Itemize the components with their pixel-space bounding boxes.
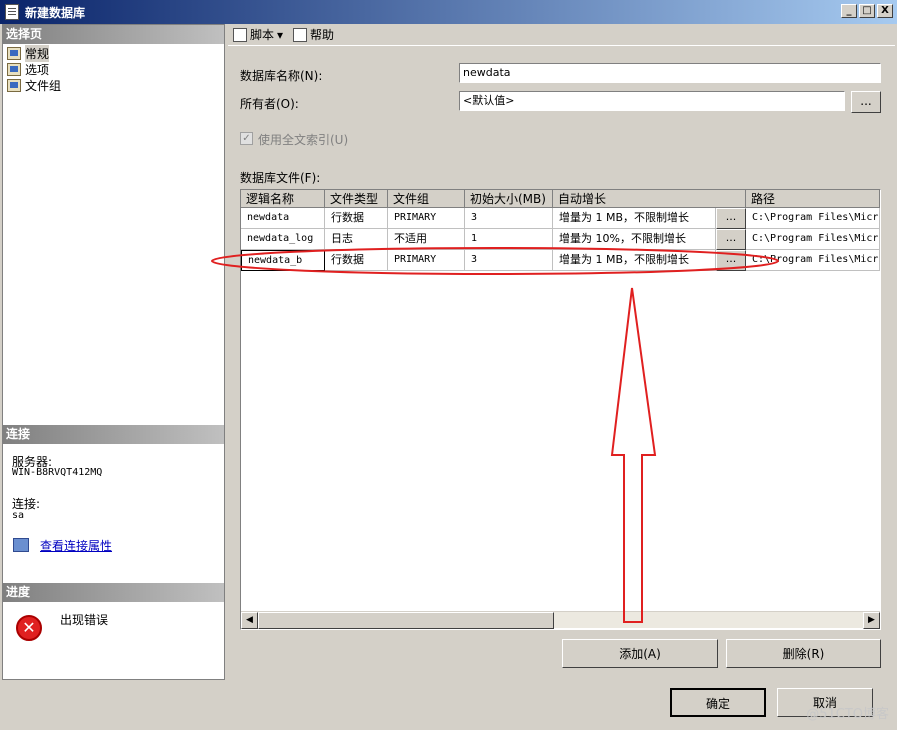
select-page-header: 选择页 <box>3 25 224 44</box>
window-title: 新建数据库 <box>25 5 86 20</box>
page-item-filegroups[interactable]: 文件组 <box>7 77 61 93</box>
help-button[interactable]: 帮助 <box>290 25 337 45</box>
remove-button[interactable]: 删除(R) <box>726 639 881 668</box>
grid-header: 逻辑名称 文件类型 文件组 初始大小(MB) 自动增长 路径 <box>241 190 880 208</box>
server-value: WIN-B8RVQT412MQ <box>12 467 103 478</box>
add-button[interactable]: 添加(A) <box>562 639 718 668</box>
cell-name[interactable]: newdata <box>241 208 325 229</box>
script-button[interactable]: 脚本 ▾ <box>230 25 286 45</box>
view-connection-properties-link[interactable]: 查看连接属性 <box>40 537 112 554</box>
cell-growth: 增量为 10%，不限制增长 <box>553 229 716 250</box>
connection-properties-icon <box>13 538 29 552</box>
cell-type[interactable]: 行数据 <box>325 250 388 271</box>
script-label: 脚本 <box>250 28 275 42</box>
growth-ellipsis-button[interactable]: ... <box>716 208 746 229</box>
page-item-label: 文件组 <box>25 78 62 93</box>
cell-name[interactable]: newdata_log <box>241 229 325 250</box>
cell-type[interactable]: 日志 <box>325 229 388 250</box>
script-icon <box>233 27 247 42</box>
col-logical-name[interactable]: 逻辑名称 <box>241 190 325 208</box>
error-icon: ✕ <box>16 615 42 641</box>
fulltext-checkbox[interactable]: ✓ <box>240 132 253 145</box>
col-path[interactable]: 路径 <box>746 190 880 208</box>
growth-ellipsis-button[interactable]: ... <box>716 229 746 250</box>
horizontal-scrollbar[interactable]: ◀ ▶ <box>241 611 880 629</box>
connection-header: 连接 <box>3 425 224 444</box>
cell-growth: 增量为 1 MB，不限制增长 <box>553 250 716 271</box>
table-row[interactable]: newdata 行数据 PRIMARY 3 增量为 1 MB，不限制增长 ...… <box>241 208 880 229</box>
owner-label: 所有者(O): <box>240 97 299 111</box>
page-icon <box>7 46 21 60</box>
scroll-thumb[interactable] <box>258 612 554 629</box>
cell-path: C:\Program Files\Micr <box>746 229 880 250</box>
toolbar: 脚本 ▾ 帮助 <box>228 24 895 46</box>
cell-size[interactable]: 3 <box>465 250 553 271</box>
scroll-left-icon[interactable]: ◀ <box>241 612 258 629</box>
col-filegroup[interactable]: 文件组 <box>388 190 465 208</box>
database-files-label: 数据库文件(F): <box>240 171 321 185</box>
growth-ellipsis-button[interactable]: ... <box>716 250 746 271</box>
owner-input[interactable]: <默认值> <box>459 91 845 111</box>
page-item-options[interactable]: 选项 <box>7 61 49 77</box>
col-initial-size[interactable]: 初始大小(MB) <box>465 190 553 208</box>
minimize-button[interactable]: _ <box>841 4 857 18</box>
page-icon <box>7 78 21 92</box>
maximize-button[interactable]: □ <box>859 4 875 18</box>
ok-button[interactable]: 确定 <box>670 688 766 717</box>
connection-value: sa <box>12 510 25 521</box>
table-row[interactable]: newdata_b 行数据 PRIMARY 3 增量为 1 MB，不限制增长 .… <box>241 250 880 271</box>
database-files-grid[interactable]: 逻辑名称 文件类型 文件组 初始大小(MB) 自动增长 路径 newdata 行… <box>240 189 881 630</box>
cell-path: C:\Program Files\Micr <box>746 208 880 229</box>
table-row[interactable]: newdata_log 日志 不适用 1 增量为 10%，不限制增长 ... C… <box>241 229 880 250</box>
chevron-down-icon: ▾ <box>277 27 284 42</box>
db-name-input[interactable]: newdata <box>459 63 881 83</box>
cell-group[interactable]: PRIMARY <box>388 208 465 229</box>
progress-status: 出现错误 <box>60 613 109 627</box>
help-label: 帮助 <box>310 28 335 42</box>
cell-size[interactable]: 3 <box>465 208 553 229</box>
progress-header: 进度 <box>3 583 224 602</box>
cell-name-editing[interactable]: newdata_b <box>241 250 325 271</box>
watermark: @51CTO博客 <box>806 707 889 722</box>
owner-browse-button[interactable]: ... <box>851 91 881 113</box>
cell-path: C:\Program Files\Micr <box>746 250 880 271</box>
cell-growth: 增量为 1 MB，不限制增长 <box>553 208 716 229</box>
db-name-label: 数据库名称(N): <box>240 69 323 83</box>
cell-group[interactable]: 不适用 <box>388 229 465 250</box>
close-button[interactable]: X <box>877 4 893 18</box>
scroll-right-icon[interactable]: ▶ <box>863 612 880 629</box>
page-item-label: 选项 <box>25 62 50 77</box>
window-titlebar: 新建数据库 _ □ X <box>0 0 897 24</box>
page-item-label: 常规 <box>25 44 50 62</box>
col-autogrowth[interactable]: 自动增长 <box>553 190 746 208</box>
col-file-type[interactable]: 文件类型 <box>325 190 388 208</box>
page-icon <box>7 62 21 76</box>
database-icon <box>5 4 19 20</box>
page-item-general[interactable]: 常规 <box>7 44 50 62</box>
left-pane: 选择页 常规 选项 文件组 连接 服务器: WIN-B8RVQT412MQ 连接… <box>2 24 225 680</box>
cell-size[interactable]: 1 <box>465 229 553 250</box>
cell-type[interactable]: 行数据 <box>325 208 388 229</box>
help-icon <box>293 27 308 42</box>
cell-group[interactable]: PRIMARY <box>388 250 465 271</box>
fulltext-label: 使用全文索引(U) <box>258 133 349 147</box>
